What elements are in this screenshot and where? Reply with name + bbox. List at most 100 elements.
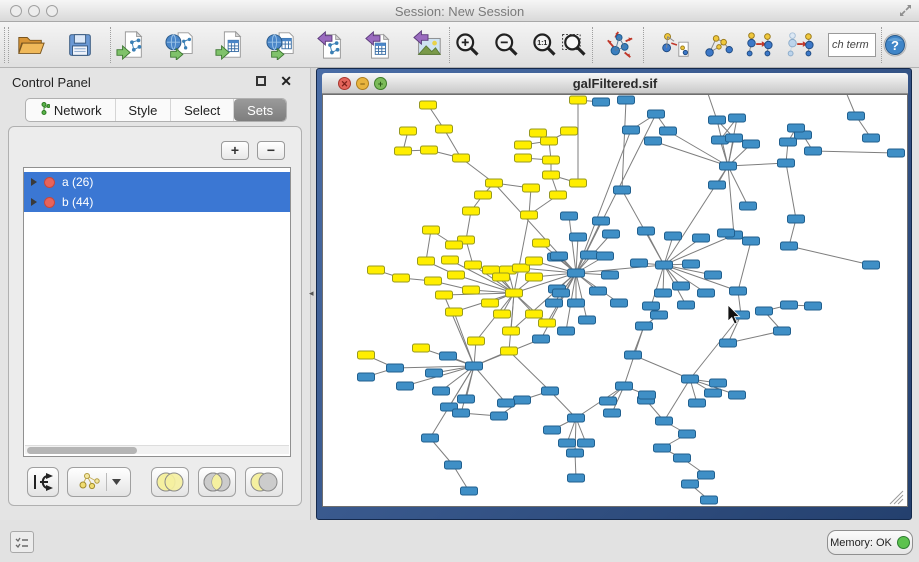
graph-node [682, 375, 699, 383]
set-row-a[interactable]: a (26) [24, 172, 290, 192]
export-image-button[interactable] [411, 28, 445, 62]
graph-node [568, 414, 585, 422]
graph-node [689, 399, 706, 407]
graph-node [458, 395, 475, 403]
zoom-out-button[interactable] [489, 28, 523, 62]
task-history-button[interactable] [10, 531, 34, 553]
graph-node [778, 159, 795, 167]
import-network-file-button[interactable] [114, 28, 148, 62]
intersect-sets-button[interactable] [198, 467, 236, 497]
control-panel-tabs: Network Style Select Sets [25, 98, 287, 122]
export-table-button[interactable] [362, 28, 396, 62]
graph-node [543, 156, 560, 164]
network-graph[interactable] [323, 95, 908, 507]
memory-status-button[interactable]: Memory: OK [827, 530, 913, 555]
expander-icon[interactable] [31, 178, 37, 186]
graph-node [418, 257, 435, 265]
difference-sets-button[interactable] [245, 467, 283, 497]
remove-set-button[interactable]: − [257, 141, 285, 160]
import-table-web-button[interactable] [264, 28, 298, 62]
svg-text:1:1: 1:1 [537, 40, 547, 47]
tab-label: Select [184, 103, 220, 118]
search-input[interactable] [828, 33, 876, 57]
zoom-in-button[interactable] [450, 28, 484, 62]
graph-node [436, 291, 453, 299]
memory-ok-icon [897, 536, 910, 549]
graph-node [541, 137, 558, 145]
tab-network[interactable]: Network [26, 99, 116, 121]
graph-node [539, 319, 556, 327]
expander-icon[interactable] [31, 198, 37, 206]
graph-node [453, 154, 470, 162]
graph-node [550, 191, 567, 199]
apply-layout-button[interactable] [603, 28, 637, 62]
import-table-file-button[interactable] [213, 28, 247, 62]
graph-node [665, 232, 682, 240]
graph-node [482, 299, 499, 307]
sets-list: a (26) b (44) [23, 167, 291, 457]
graph-node [523, 184, 540, 192]
hide-selected-button[interactable] [742, 28, 776, 62]
new-network-from-selection-button[interactable] [659, 28, 693, 62]
create-set-from-network-button[interactable] [67, 467, 131, 497]
graph-node [743, 140, 760, 148]
control-panel-title: Control Panel [12, 75, 91, 90]
tab-select[interactable]: Select [171, 99, 234, 121]
scrollbar-thumb[interactable] [27, 447, 137, 454]
graph-node [705, 389, 722, 397]
graph-node [710, 379, 727, 387]
collapse-panel-icon[interactable]: ◂ [309, 288, 314, 299]
tab-style[interactable]: Style [116, 99, 172, 121]
graph-node [788, 215, 805, 223]
graph-node [433, 387, 450, 395]
zoom-actual-size-button[interactable]: 1:1 [527, 28, 561, 62]
control-panel: Control Panel ✕ Network Style Select Set… [0, 68, 310, 520]
float-panel-icon[interactable] [256, 76, 266, 86]
graph-node [578, 439, 595, 447]
graph-node [805, 302, 822, 310]
graph-node [461, 487, 478, 495]
open-session-button[interactable] [14, 28, 48, 62]
graph-node [693, 234, 710, 242]
graph-node [660, 127, 677, 135]
graph-node [643, 302, 660, 310]
graph-node [400, 127, 417, 135]
add-set-button[interactable]: + [221, 141, 249, 160]
graph-node [393, 274, 410, 282]
graph-node [726, 134, 743, 142]
zoom-selected-button[interactable] [557, 28, 591, 62]
network-window-titlebar[interactable]: ✕ − + galFiltered.sif [322, 73, 908, 94]
horizontal-scrollbar[interactable] [25, 445, 289, 454]
export-network-button[interactable] [314, 28, 348, 62]
graph-node [648, 110, 665, 118]
resize-grip-icon [890, 491, 903, 504]
graph-node [774, 327, 791, 335]
graph-node [446, 241, 463, 249]
graph-node [590, 287, 607, 295]
tab-sets[interactable]: Sets [234, 99, 286, 121]
toolbar-grip [8, 27, 9, 63]
network-frame: ✕ − + galFiltered.sif [316, 68, 912, 520]
show-all-button[interactable] [783, 28, 817, 62]
fullscreen-icon[interactable] [898, 3, 913, 23]
network-window-title: galFiltered.sif [322, 76, 908, 91]
window-titlebar[interactable]: Session: New Session [0, 0, 919, 22]
import-network-web-button[interactable] [163, 28, 197, 62]
graph-node [440, 352, 457, 360]
first-neighbors-button[interactable] [701, 28, 735, 62]
network-canvas[interactable] [322, 94, 908, 507]
graph-node [463, 207, 480, 215]
graph-node [543, 171, 560, 179]
graph-node [673, 282, 690, 290]
graph-node [544, 426, 561, 434]
graph-node [358, 351, 375, 359]
union-sets-button[interactable] [151, 467, 189, 497]
set-row-b[interactable]: b (44) [24, 192, 290, 212]
graph-node [888, 149, 905, 157]
graph-node [679, 430, 696, 438]
close-panel-icon[interactable]: ✕ [280, 73, 292, 90]
graph-node [425, 277, 442, 285]
save-session-button[interactable] [63, 28, 97, 62]
help-button[interactable]: ? [879, 28, 911, 62]
split-set-button[interactable] [27, 467, 59, 497]
